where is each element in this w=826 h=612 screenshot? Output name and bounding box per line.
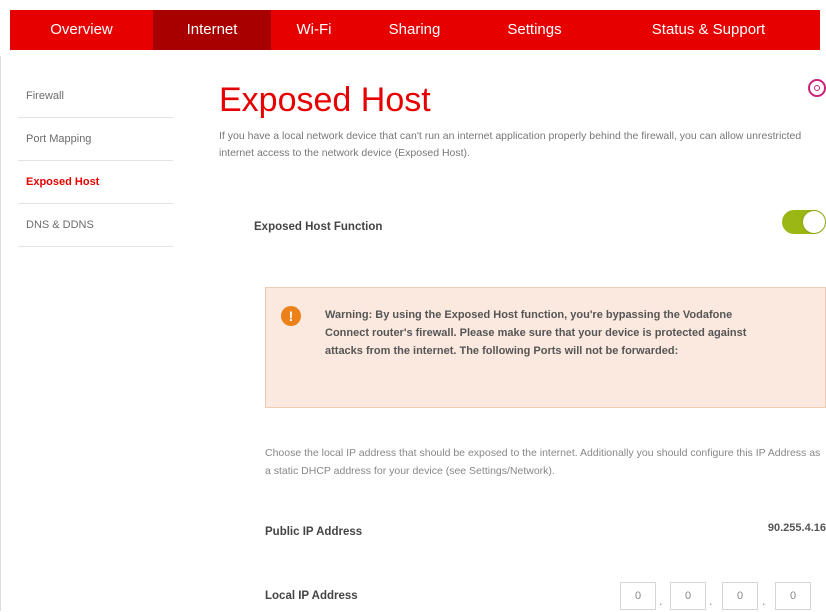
nav-overview[interactable]: Overview bbox=[10, 10, 153, 50]
sidebar: Firewall Port Mapping Exposed Host DNS &… bbox=[18, 75, 173, 247]
octet-separator: . bbox=[709, 594, 713, 608]
octet-separator: . bbox=[659, 594, 663, 608]
warning-text: Warning: By using the Exposed Host funct… bbox=[325, 309, 747, 357]
intro-text: If you have a local network device that … bbox=[219, 130, 802, 159]
local-ip-octet-1[interactable]: 0 bbox=[620, 582, 656, 610]
public-ip-row: Public IP Address 90.255.4.16 bbox=[265, 522, 826, 538]
octet-separator: . bbox=[762, 594, 766, 608]
warning-icon: ! bbox=[281, 306, 301, 326]
help-icon[interactable] bbox=[808, 79, 826, 97]
exposed-host-function-label: Exposed Host Function bbox=[254, 221, 383, 233]
nav-status-support[interactable]: Status & Support bbox=[597, 10, 820, 50]
local-ip-row: Local IP Address 0 . 0 . 0 . 0 bbox=[265, 582, 826, 612]
local-ip-octet-2[interactable]: 0 bbox=[670, 582, 706, 610]
choose-ip-text: Choose the local IP address that should … bbox=[265, 447, 821, 477]
nav-sharing[interactable]: Sharing bbox=[357, 10, 472, 50]
nav-wifi[interactable]: Wi-Fi bbox=[271, 10, 357, 50]
exposed-host-toggle[interactable] bbox=[782, 210, 826, 234]
toggle-knob bbox=[803, 211, 825, 233]
main-content: Exposed Host If you have a local network… bbox=[210, 70, 826, 610]
sidebar-item-dns-ddns[interactable]: DNS & DDNS bbox=[18, 204, 173, 247]
warning-box: ! Warning: By using the Exposed Host fun… bbox=[265, 287, 826, 408]
local-ip-label: Local IP Address bbox=[265, 590, 358, 602]
sidebar-item-exposed-host[interactable]: Exposed Host bbox=[18, 161, 173, 204]
public-ip-value: 90.255.4.16 bbox=[767, 522, 826, 534]
exposed-host-function-row: Exposed Host Function bbox=[254, 210, 826, 237]
sidebar-item-port-mapping[interactable]: Port Mapping bbox=[18, 118, 173, 161]
page-title: Exposed Host bbox=[219, 81, 431, 119]
sidebar-item-firewall[interactable]: Firewall bbox=[18, 75, 173, 118]
page-left-border bbox=[0, 56, 1, 611]
local-ip-octet-3[interactable]: 0 bbox=[722, 582, 758, 610]
main-nav-bar: Overview Internet Wi-Fi Sharing Settings… bbox=[10, 10, 820, 50]
nav-internet[interactable]: Internet bbox=[153, 10, 271, 50]
top-navigation: Overview Internet Wi-Fi Sharing Settings… bbox=[0, 0, 826, 56]
public-ip-label: Public IP Address bbox=[265, 526, 363, 538]
local-ip-octet-4[interactable]: 0 bbox=[775, 582, 811, 610]
nav-settings[interactable]: Settings bbox=[472, 10, 597, 50]
